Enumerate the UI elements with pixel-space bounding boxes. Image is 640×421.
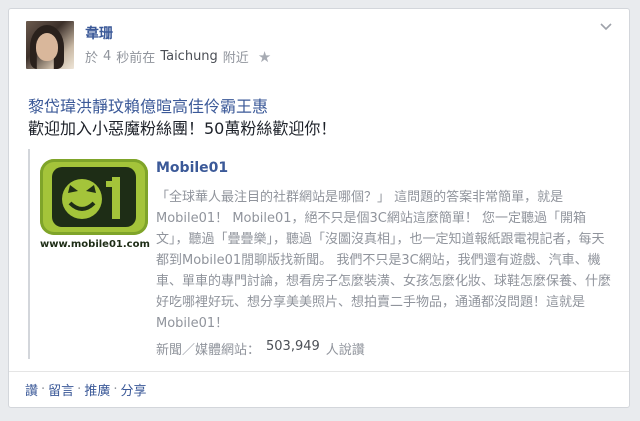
star-icon[interactable]: ★: [258, 48, 271, 66]
logo-url-text: www.mobile01.com: [40, 239, 150, 250]
separator: ·: [113, 382, 118, 397]
comment-button[interactable]: 留言: [48, 380, 74, 399]
promote-button[interactable]: 推廣: [84, 380, 110, 399]
shared-link-box: www.mobile01.com Mobile01 「全球華人最注目的社群網站是…: [28, 149, 622, 359]
link-description: 「全球華人最注目的社群網站是哪個？」 這問題的答案非常簡單，就是Mobile01…: [156, 190, 612, 331]
avatar-face: [36, 33, 58, 61]
author-avatar[interactable]: [26, 21, 74, 69]
post-text: 歡迎加入小惡魔粉絲團！50萬粉絲歡迎你！: [28, 119, 337, 138]
mobile01-logo[interactable]: www.mobile01.com: [40, 159, 150, 257]
like-button[interactable]: 讚: [25, 380, 38, 399]
share-button[interactable]: 分享: [120, 380, 146, 399]
time-suffix: 秒前在: [116, 51, 156, 66]
post-meta: 於 4 秒前在 Taichung 附近 ★: [85, 47, 271, 67]
link-title[interactable]: Mobile01: [156, 160, 228, 176]
place-link[interactable]: Taichung: [160, 49, 217, 64]
time-number[interactable]: 4: [103, 49, 111, 64]
separator: ·: [41, 382, 46, 397]
tagged-names[interactable]: 黎岱瑋洪靜玟賴億暄高佳伶霸王惠: [28, 93, 268, 117]
divider: [9, 371, 629, 372]
action-bar: 讚 · 留言 · 推廣 · 分享: [25, 380, 146, 399]
time-prefix: 於: [85, 51, 99, 66]
logo-inner: [52, 167, 136, 227]
post-card: 韋珊 於 4 秒前在 Taichung 附近 ★ 黎岱瑋洪靜玟賴億暄高佳伶霸王惠…: [8, 8, 630, 408]
chevron-down-icon[interactable]: [599, 21, 613, 35]
place-suffix: 附近: [222, 51, 249, 66]
like-count: 503,949: [266, 339, 320, 354]
separator: ·: [77, 382, 82, 397]
like-count-suffix: 人說讚: [325, 343, 365, 358]
page-stats: 新聞／媒體網站： 503,949 人說讚: [156, 339, 365, 358]
page-category: 新聞／媒體網站：: [156, 343, 261, 358]
logo-face-icon: [62, 177, 120, 219]
author-name[interactable]: 韋珊: [85, 23, 113, 43]
